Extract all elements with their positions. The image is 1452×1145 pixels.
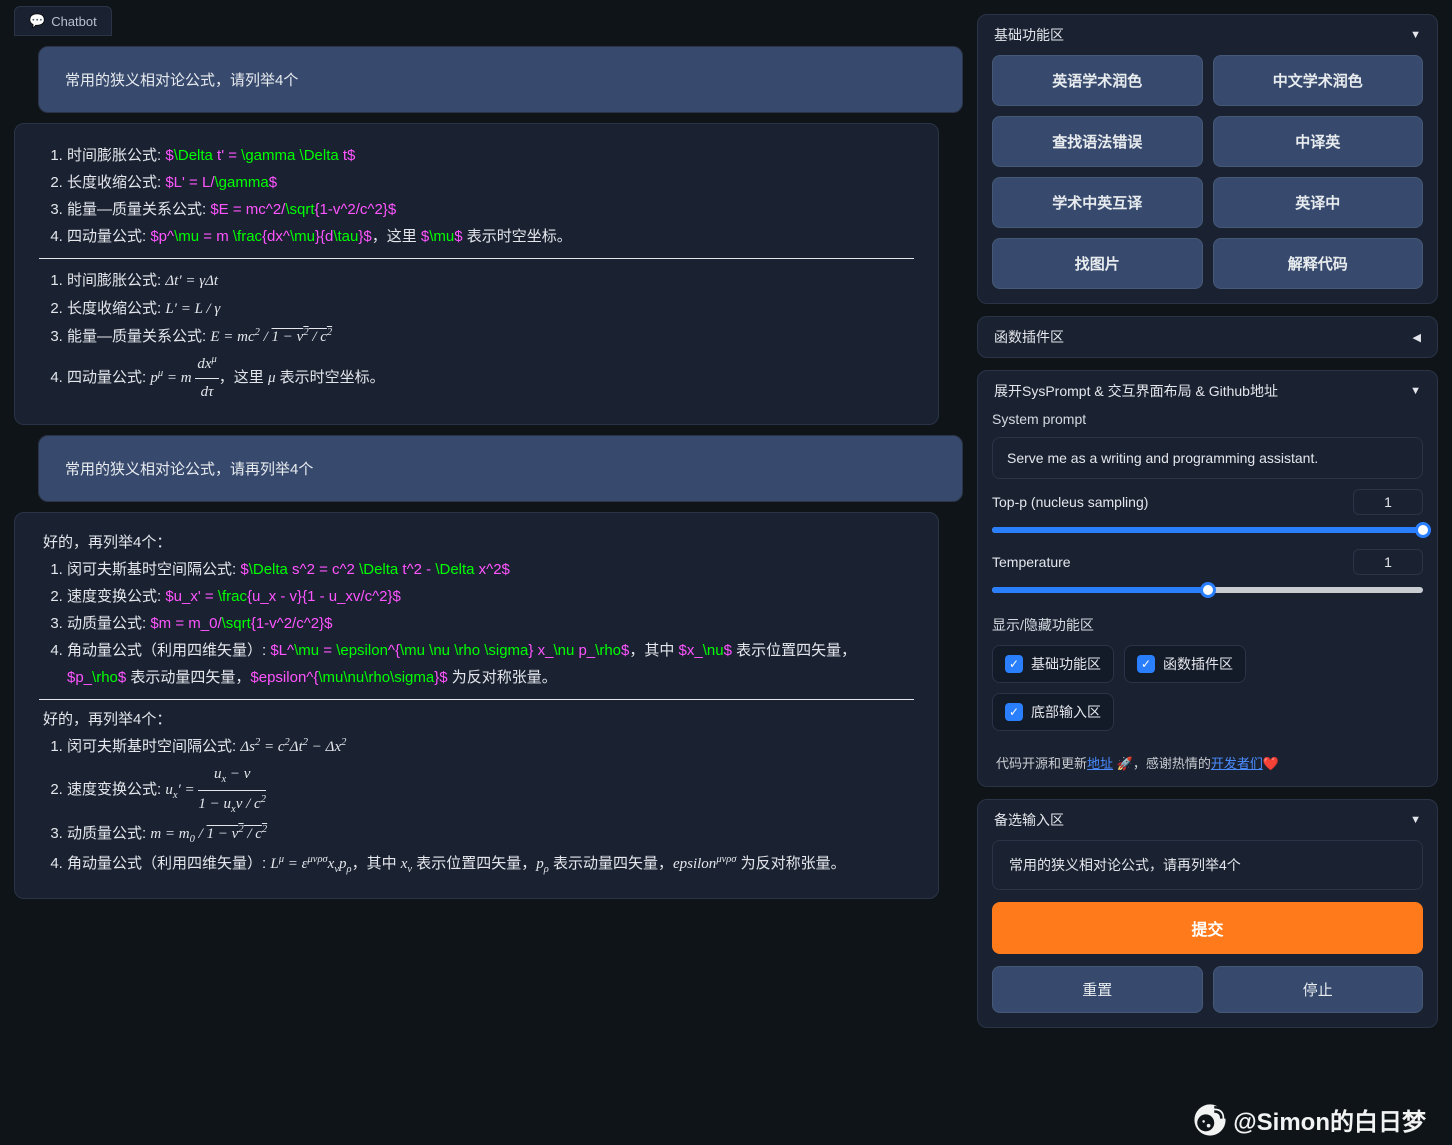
fn-find-image-button[interactable]: 找图片 <box>992 238 1203 289</box>
user-message: 常用的狭义相对论公式，请列举4个 <box>38 46 963 113</box>
panel-title: 基础功能区 <box>994 25 1064 45</box>
divider <box>39 258 914 259</box>
list-item: 长度收缩公式: $L' = L/\gamma$ <box>67 169 914 196</box>
basic-functions-panel: 基础功能区 ▼ 英语学术润色 中文学术润色 查找语法错误 中译英 学术中英互译 … <box>977 14 1438 304</box>
list-item: 长度收缩公式: L′ = L / γ <box>67 295 914 323</box>
user-message-text: 常用的狭义相对论公式，请列举4个 <box>65 72 298 89</box>
chat-tab[interactable]: 💬 Chatbot <box>14 6 112 36</box>
chevron-left-icon: ◀ <box>1413 331 1421 344</box>
sysprompt-label: System prompt <box>992 411 1423 427</box>
temperature-value[interactable]: 1 <box>1353 549 1423 575</box>
topp-value[interactable]: 1 <box>1353 489 1423 515</box>
list-item: 角动量公式（利用四维矢量）: Lμ = εμνρσxνpρ，其中 xν 表示位置… <box>67 850 914 880</box>
list-item: 时间膨胀公式: Δt′ = γΔt <box>67 267 914 295</box>
list-item: 四动量公式: pμ = m dxμdτ，这里 μ 表示时空坐标。 <box>67 351 914 406</box>
toggle-basic-chip[interactable]: ✓ 基础功能区 <box>992 645 1114 683</box>
heart-icon: ❤️ <box>1263 756 1279 771</box>
bot-rendered-list: 时间膨胀公式: Δt′ = γΔt 长度收缩公式: L′ = L / γ 能量—… <box>39 267 914 406</box>
bot-raw-list: 闵可夫斯基时空间隔公式: $\Delta s^2 = c^2 \Delta t^… <box>39 556 914 691</box>
reset-button[interactable]: 重置 <box>992 966 1203 1013</box>
chevron-down-icon: ▼ <box>1410 385 1421 397</box>
plugin-panel: 函数插件区 ◀ <box>977 316 1438 358</box>
fn-zh-to-en-button[interactable]: 中译英 <box>1213 116 1424 167</box>
temperature-label: Temperature <box>992 554 1071 570</box>
fn-en-to-zh-button[interactable]: 英译中 <box>1213 177 1424 228</box>
toggle-bottom-input-chip[interactable]: ✓ 底部输入区 <box>992 693 1114 731</box>
basic-functions-header[interactable]: 基础功能区 ▼ <box>978 15 1437 55</box>
panel-title: 备选输入区 <box>994 810 1064 830</box>
topp-label: Top-p (nucleus sampling) <box>992 494 1148 510</box>
list-item: 能量—质量关系公式: $E = mc^2/\sqrt{1-v^2/c^2}$ <box>67 196 914 223</box>
list-item: 闵可夫斯基时空间隔公式: Δs2 = c2Δt2 − Δx2 <box>67 733 914 761</box>
checkbox-checked-icon: ✓ <box>1005 655 1023 673</box>
chat-icon: 💬 <box>29 13 45 29</box>
chat-tab-label: Chatbot <box>51 14 97 29</box>
rocket-icon: 🚀 <box>1117 756 1133 771</box>
developers-link[interactable]: 开发者们 <box>1211 756 1263 771</box>
fn-grammar-check-button[interactable]: 查找语法错误 <box>992 116 1203 167</box>
list-item: 时间膨胀公式: $\Delta t' = \gamma \Delta t$ <box>67 142 914 169</box>
user-message-text: 常用的狭义相对论公式，请再列举4个 <box>65 461 313 478</box>
submit-button[interactable]: 提交 <box>992 902 1423 954</box>
sysprompt-input[interactable]: Serve me as a writing and programming as… <box>992 437 1423 479</box>
list-item: 能量—质量关系公式: E = mc2 / 1 − v2 / c2 <box>67 323 914 351</box>
list-item: 动质量公式: $m = m_0/\sqrt{1-v^2/c^2}$ <box>67 610 914 637</box>
list-item: 角动量公式（利用四维矢量）: $L^\mu = \epsilon^{\mu \n… <box>67 637 914 691</box>
temperature-slider[interactable] <box>992 581 1423 599</box>
advanced-panel: 展开SysPrompt & 交互界面布局 & Github地址 ▼ System… <box>977 370 1438 787</box>
plugin-panel-header[interactable]: 函数插件区 ◀ <box>978 317 1437 357</box>
fn-english-polish-button[interactable]: 英语学术润色 <box>992 55 1203 106</box>
stop-button[interactable]: 停止 <box>1213 966 1424 1013</box>
bot-rendered-list: 闵可夫斯基时空间隔公式: Δs2 = c2Δt2 − Δx2 速度变换公式: u… <box>39 733 914 880</box>
user-message: 常用的狭义相对论公式，请再列举4个 <box>38 435 963 502</box>
sidebar: 基础功能区 ▼ 英语学术润色 中文学术润色 查找语法错误 中译英 学术中英互译 … <box>977 0 1452 1145</box>
bot-lead: 好的，再列举4个： <box>39 531 914 552</box>
advanced-panel-header[interactable]: 展开SysPrompt & 交互界面布局 & Github地址 ▼ <box>978 371 1437 411</box>
panel-title: 展开SysPrompt & 交互界面布局 & Github地址 <box>994 381 1278 401</box>
checkbox-checked-icon: ✓ <box>1005 703 1023 721</box>
divider <box>39 699 914 700</box>
list-item: 动质量公式: m = m0 / 1 − v2 / c2 <box>67 820 914 850</box>
toggle-chip-row: ✓ 基础功能区 ✓ 函数插件区 <box>992 645 1423 683</box>
alt-input-panel: 备选输入区 ▼ 常用的狭义相对论公式，请再列举4个 提交 重置 停止 <box>977 799 1438 1028</box>
bot-message: 时间膨胀公式: $\Delta t' = \gamma \Delta t$ 长度… <box>14 123 939 425</box>
checkbox-checked-icon: ✓ <box>1137 655 1155 673</box>
fn-chinese-polish-button[interactable]: 中文学术润色 <box>1213 55 1424 106</box>
chat-area: 💬 Chatbot 常用的狭义相对论公式，请列举4个 时间膨胀公式: $\Del… <box>0 0 977 1145</box>
bot-raw-list: 时间膨胀公式: $\Delta t' = \gamma \Delta t$ 长度… <box>39 142 914 250</box>
fn-academic-translate-button[interactable]: 学术中英互译 <box>992 177 1203 228</box>
repo-link[interactable]: 地址 <box>1087 756 1113 771</box>
list-item: 四动量公式: $p^\mu = m \frac{dx^\mu}{d\tau}$，… <box>67 223 914 250</box>
list-item: 速度变换公式: $u_x' = \frac{u_x - v}{1 - u_xv/… <box>67 583 914 610</box>
bot-rendered-lead: 好的，再列举4个： <box>39 708 914 729</box>
list-item: 闵可夫斯基时空间隔公式: $\Delta s^2 = c^2 \Delta t^… <box>67 556 914 583</box>
alt-input-field[interactable]: 常用的狭义相对论公式，请再列举4个 <box>992 840 1423 890</box>
chevron-down-icon: ▼ <box>1410 29 1421 41</box>
list-item: 速度变换公式: ux′ = ux − v1 − uxv / c2 <box>67 761 914 820</box>
footer-note: 代码开源和更新地址 🚀，感谢热情的开发者们❤️ <box>992 749 1423 772</box>
chevron-down-icon: ▼ <box>1410 814 1421 826</box>
bot-message: 好的，再列举4个： 闵可夫斯基时空间隔公式: $\Delta s^2 = c^2… <box>14 512 939 899</box>
toggle-plugin-chip[interactable]: ✓ 函数插件区 <box>1124 645 1246 683</box>
panel-title: 函数插件区 <box>994 327 1064 347</box>
toggle-section-heading: 显示/隐藏功能区 <box>992 615 1423 635</box>
alt-input-header[interactable]: 备选输入区 ▼ <box>978 800 1437 840</box>
fn-explain-code-button[interactable]: 解释代码 <box>1213 238 1424 289</box>
topp-slider[interactable] <box>992 521 1423 539</box>
toggle-chip-row: ✓ 底部输入区 <box>992 693 1423 731</box>
function-button-grid: 英语学术润色 中文学术润色 查找语法错误 中译英 学术中英互译 英译中 找图片 … <box>992 55 1423 289</box>
